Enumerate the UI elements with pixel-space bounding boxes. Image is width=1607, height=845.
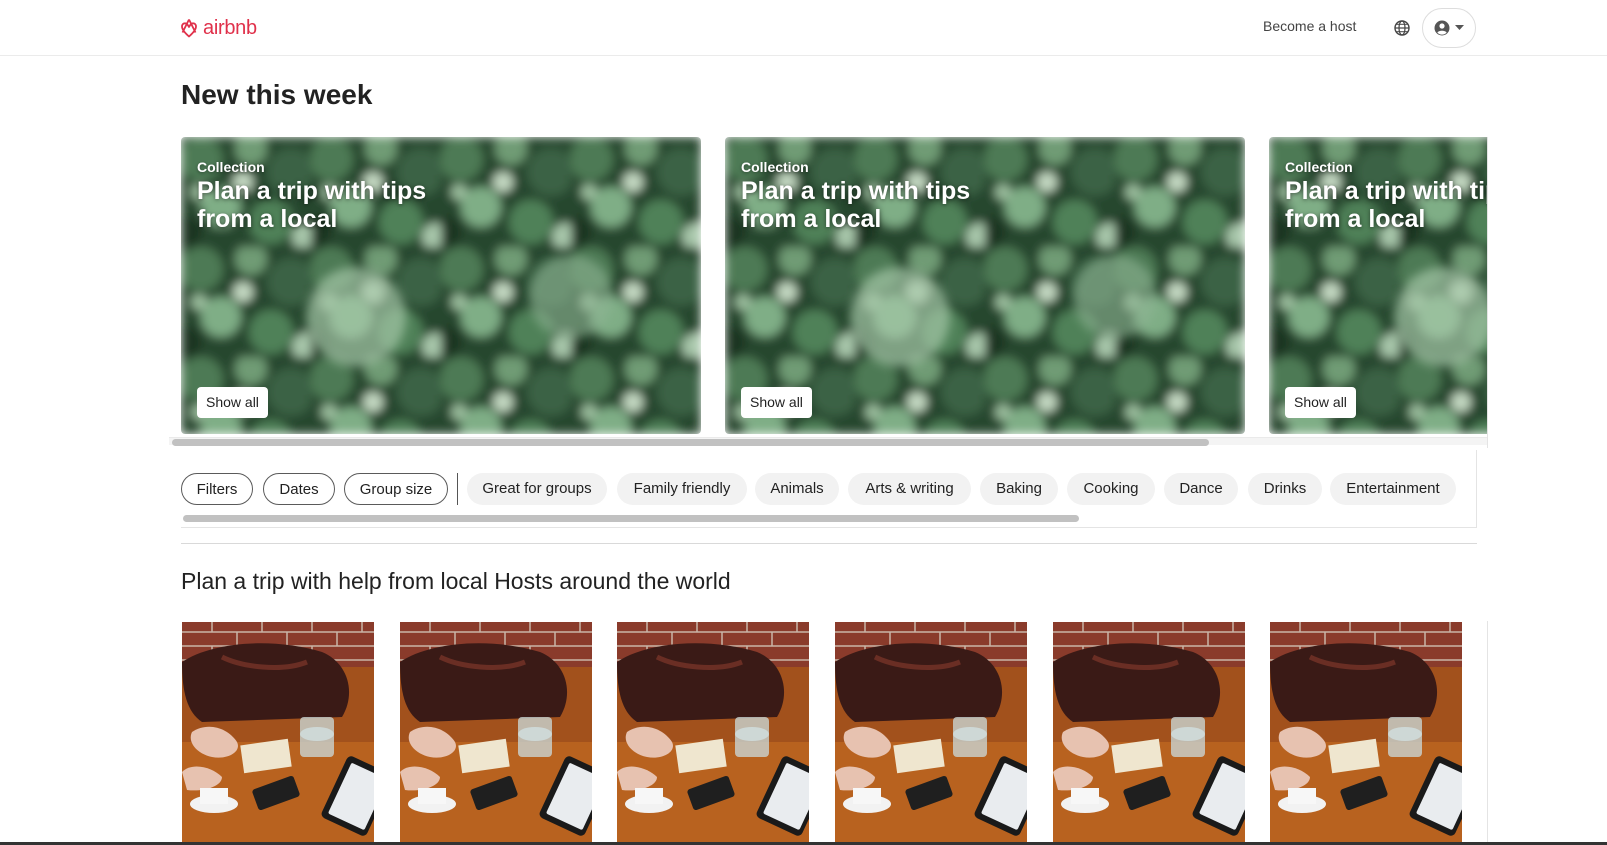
experiences-carousel[interactable] bbox=[181, 621, 1488, 845]
experience-card[interactable] bbox=[835, 622, 1027, 842]
category-pill[interactable]: Baking bbox=[980, 473, 1058, 505]
experience-card[interactable] bbox=[182, 622, 374, 842]
brand-name: airbnb bbox=[203, 16, 257, 39]
caret-down-icon bbox=[1455, 25, 1464, 30]
collections-carousel[interactable]: Collection Plan a trip with tips from a … bbox=[169, 137, 1488, 448]
scrollbar-thumb[interactable] bbox=[172, 439, 1209, 446]
experience-image bbox=[835, 622, 1027, 842]
filters-scrollbar[interactable] bbox=[181, 514, 1476, 522]
category-pill[interactable]: Drinks bbox=[1248, 473, 1322, 505]
card-headline: Plan a trip with tips from a local bbox=[741, 177, 971, 233]
card-headline: Plan a trip with tips from a local bbox=[197, 177, 427, 233]
scrollbar-thumb[interactable] bbox=[183, 515, 1079, 522]
card-kicker: Collection bbox=[197, 159, 265, 175]
dates-button[interactable]: Dates bbox=[263, 473, 335, 505]
card-kicker: Collection bbox=[741, 159, 809, 175]
category-pill[interactable]: Family friendly bbox=[617, 473, 747, 505]
airbnb-logo[interactable]: airbnb bbox=[180, 16, 257, 40]
card-kicker: Collection bbox=[1285, 159, 1353, 175]
filters-button[interactable]: Filters bbox=[181, 473, 253, 505]
experience-image bbox=[182, 622, 374, 842]
collection-card[interactable]: Collection Plan a trip with tips from a … bbox=[181, 137, 701, 434]
category-pill[interactable]: Great for groups bbox=[467, 473, 607, 505]
category-pill[interactable]: Dance bbox=[1164, 473, 1238, 505]
experience-image bbox=[1053, 622, 1245, 842]
category-pill[interactable]: Entertainment bbox=[1330, 473, 1456, 505]
show-all-button[interactable]: Show all bbox=[1285, 387, 1356, 418]
category-pill[interactable]: Animals bbox=[755, 473, 839, 505]
plan-trip-title: Plan a trip with help from local Hosts a… bbox=[181, 568, 731, 594]
show-all-button[interactable]: Show all bbox=[741, 387, 812, 418]
section-divider bbox=[181, 543, 1477, 544]
airbnb-logo-icon bbox=[181, 19, 197, 38]
user-circle-icon bbox=[1434, 20, 1450, 36]
collections-scrollbar[interactable] bbox=[169, 437, 1487, 446]
experience-card[interactable] bbox=[400, 622, 592, 842]
card-headline: Plan a trip with tips from a local bbox=[1285, 177, 1487, 233]
experience-image bbox=[400, 622, 592, 842]
collection-card[interactable]: Collection Plan a trip with tips from a … bbox=[1269, 137, 1487, 434]
experience-image bbox=[1270, 622, 1462, 842]
new-this-week-title: New this week bbox=[181, 79, 373, 110]
experience-image bbox=[617, 622, 809, 842]
experience-card[interactable] bbox=[617, 622, 809, 842]
become-a-host-link[interactable]: Become a host bbox=[1263, 18, 1356, 34]
experience-card[interactable] bbox=[1053, 622, 1245, 842]
top-header: airbnb Become a host bbox=[0, 0, 1607, 56]
group-size-button[interactable]: Group size bbox=[344, 473, 448, 505]
show-all-button[interactable]: Show all bbox=[197, 387, 268, 418]
globe-icon[interactable] bbox=[1393, 19, 1411, 37]
filter-bar: Filters Dates Group size Great for group… bbox=[181, 450, 1477, 528]
category-pill[interactable]: Cooking bbox=[1067, 473, 1155, 505]
user-menu-button[interactable] bbox=[1422, 8, 1476, 48]
collection-card[interactable]: Collection Plan a trip with tips from a … bbox=[725, 137, 1245, 434]
category-pill[interactable]: Arts & writing bbox=[848, 473, 971, 505]
experience-card[interactable] bbox=[1270, 622, 1462, 842]
filter-separator bbox=[457, 473, 458, 505]
